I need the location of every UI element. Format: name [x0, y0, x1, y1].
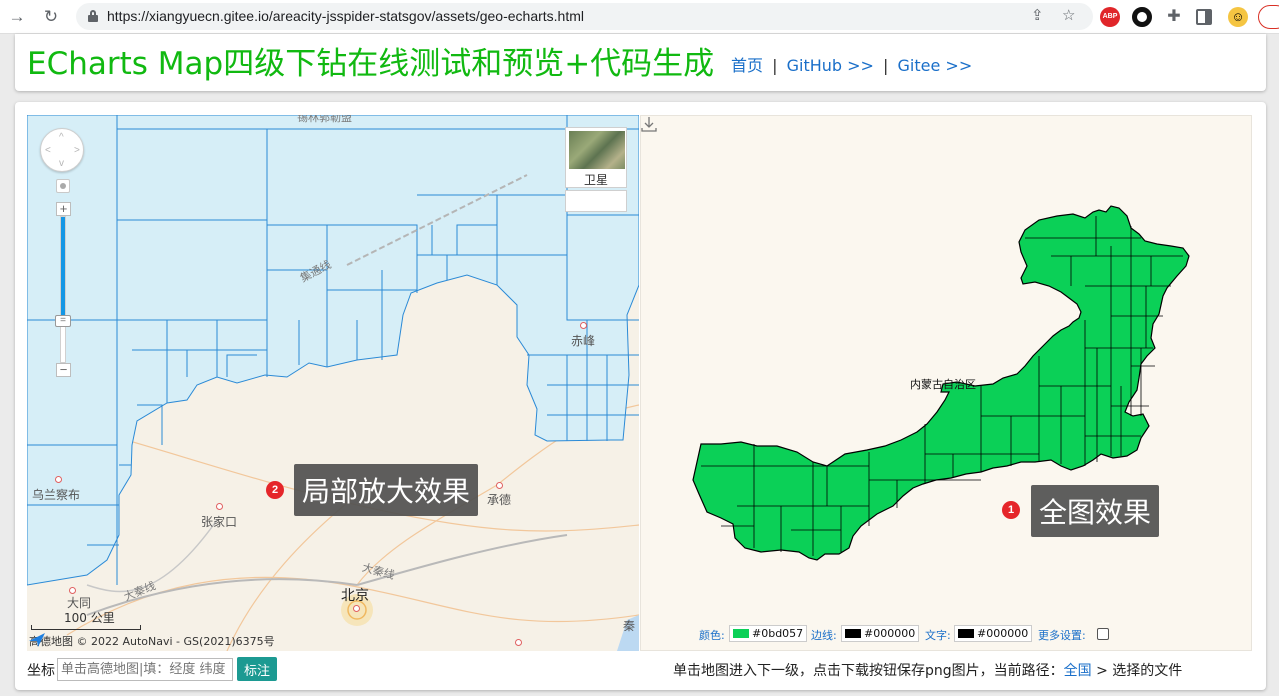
- pan-down-icon[interactable]: v: [59, 159, 64, 169]
- gitee-link[interactable]: Gitee >>: [898, 56, 973, 75]
- layer-option-blank[interactable]: [565, 190, 627, 212]
- path-link-national[interactable]: 全国: [1064, 663, 1092, 679]
- amap-base-layer: [27, 115, 639, 651]
- map-label-top: 锡林郭勒盟: [297, 115, 352, 124]
- locate-button[interactable]: [56, 179, 70, 193]
- coord-label: 坐标: [27, 663, 55, 679]
- scale-label: 100 公里: [64, 611, 115, 625]
- github-link[interactable]: GitHub >>: [787, 56, 874, 75]
- page-title: ECharts Map四级下钻在线测试和预览+代码生成: [27, 46, 715, 82]
- pan-right-icon[interactable]: >: [74, 146, 80, 156]
- update-button[interactable]: [1258, 5, 1279, 29]
- text-color-picker[interactable]: #000000: [954, 625, 1033, 642]
- zoom-slider-handle[interactable]: =: [55, 315, 71, 327]
- ring-extension-icon[interactable]: [1132, 7, 1152, 27]
- browser-toolbar: → ↻ https://xiangyuecn.gitee.io/areacity…: [0, 0, 1279, 34]
- zoom-out-button[interactable]: −: [56, 363, 71, 377]
- more-settings-label: 更多设置:: [1038, 629, 1086, 642]
- callout-partial-zoom: 局部放大效果: [294, 464, 479, 516]
- city-label-zhangjiakou: 张家口: [201, 515, 238, 529]
- share-icon[interactable]: ⇪: [1031, 7, 1044, 25]
- map-copyright: 高德地图 © 2022 AutoNavi - GS(2021)6375号: [29, 633, 275, 649]
- city-marker-icon: [496, 482, 503, 489]
- copyright-text: 高德地图 © 2022 AutoNavi - GS(2021)6375号: [29, 635, 275, 648]
- path-current: > 选择的文件: [1096, 663, 1183, 679]
- text-color-swatch: [958, 629, 974, 638]
- satellite-layer-toggle[interactable]: 卫星: [565, 127, 627, 188]
- color-label: 颜色:: [699, 629, 725, 642]
- callout-badge: 2: [266, 481, 284, 499]
- fill-color-value: #0bd057: [752, 627, 804, 640]
- city-label-chengde: 承德: [487, 493, 512, 507]
- city-marker-icon: [515, 639, 522, 646]
- lock-icon: [88, 10, 98, 22]
- city-marker-icon: [580, 322, 587, 329]
- side-panel-icon[interactable]: [1196, 9, 1212, 25]
- fill-color-swatch: [733, 629, 749, 638]
- border-color-picker[interactable]: #000000: [841, 625, 920, 642]
- border-color-value: #000000: [864, 627, 916, 640]
- city-label-beijing: 北京: [341, 588, 369, 604]
- callout-badge: 1: [1002, 501, 1020, 519]
- extensions-puzzle-icon[interactable]: ✚: [1164, 7, 1184, 27]
- zoom-in-button[interactable]: +: [56, 202, 71, 216]
- border-label: 边线:: [811, 629, 837, 642]
- scale-bar: [31, 625, 141, 630]
- region-label: 内蒙古自治区: [910, 378, 976, 391]
- reload-icon[interactable]: ↻: [40, 6, 62, 28]
- status-bar: 单击地图进入下一级，点击下载按钮保存png图片，当前路径：全国 > 选择的文件: [673, 660, 1182, 680]
- coord-input[interactable]: [57, 658, 233, 681]
- pan-compass[interactable]: ^ < > v: [40, 128, 84, 172]
- satellite-label: 卫星: [583, 173, 608, 187]
- amap-view[interactable]: ^ < > v + = − 卫星 锡林郭勒盟 集通线 大秦线 大秦线 赤峰 乌兰…: [27, 115, 639, 651]
- zoom-slider-track[interactable]: [60, 216, 66, 363]
- pan-up-icon[interactable]: ^: [59, 133, 64, 143]
- city-marker-icon: [69, 587, 76, 594]
- satellite-thumbnail: [569, 131, 625, 169]
- back-arrow-icon[interactable]: →: [6, 6, 28, 28]
- city-label-chifeng: 赤峰: [571, 334, 596, 348]
- city-marker-icon: [216, 503, 223, 510]
- city-label-wulanchabu: 乌兰察布: [32, 488, 81, 502]
- more-settings-checkbox[interactable]: [1097, 628, 1109, 640]
- pan-left-icon[interactable]: <: [45, 146, 51, 156]
- header-links: 首页 | GitHub >> | Gitee >>: [731, 52, 972, 76]
- amap-logo-icon: [29, 633, 45, 647]
- link-separator: |: [772, 56, 778, 75]
- address-bar[interactable]: https://xiangyuecn.gitee.io/areacity-jss…: [76, 3, 1093, 30]
- mark-button[interactable]: 标注: [237, 657, 277, 681]
- city-marker-icon: [55, 476, 62, 483]
- url-text[interactable]: https://xiangyuecn.gitee.io/areacity-jss…: [107, 8, 584, 24]
- home-link[interactable]: 首页: [731, 56, 763, 75]
- text-color-value: #000000: [977, 627, 1029, 640]
- city-marker-icon: [353, 605, 360, 612]
- link-separator: |: [883, 56, 889, 75]
- download-icon[interactable]: [641, 116, 657, 132]
- callout-full-map: 全图效果: [1031, 485, 1160, 537]
- text-label: 文字:: [925, 629, 951, 642]
- header-card: ECharts Map四级下钻在线测试和预览+代码生成 首页 | GitHub …: [15, 34, 1266, 91]
- echarts-map-view[interactable]: 内蒙古自治区 颜色: #0bd057 边线: #000000 文字: #0000…: [640, 115, 1252, 651]
- border-color-swatch: [845, 629, 861, 638]
- fill-color-picker[interactable]: #0bd057: [729, 625, 808, 642]
- status-text: 单击地图进入下一级，点击下载按钮保存png图片，当前路径：: [673, 663, 1064, 679]
- city-label-qin: 秦: [623, 619, 636, 633]
- bookmark-star-icon[interactable]: ☆: [1062, 7, 1075, 25]
- profile-avatar-icon[interactable]: ☺: [1228, 7, 1248, 27]
- adblock-extension-icon[interactable]: ABP: [1100, 7, 1120, 27]
